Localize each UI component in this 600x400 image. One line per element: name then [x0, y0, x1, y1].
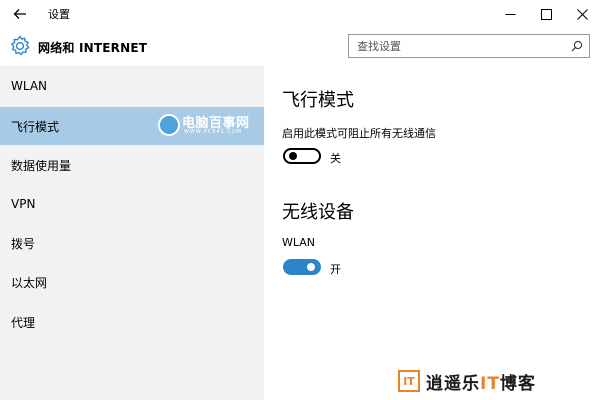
minimize-button[interactable] [492, 0, 528, 28]
sidebar-item-ethernet[interactable]: 以太网 [0, 263, 264, 301]
sidebar-item-dial-up[interactable]: 拨号 [0, 224, 264, 262]
pc841-watermark: 电脑百事网 WWW.PC841.COM [158, 112, 268, 140]
close-button[interactable] [564, 0, 600, 28]
sidebar-item-label: 拨号 [11, 236, 36, 251]
page-title: 网络和 INTERNET [38, 41, 148, 55]
blog-logo-icon: IT [398, 370, 420, 392]
wlan-toggle[interactable] [283, 259, 321, 275]
sidebar-item-wlan[interactable]: WLAN [0, 67, 264, 105]
title-bar: 设置 [0, 0, 600, 28]
airplane-mode-state: 关 [330, 152, 341, 165]
back-button[interactable] [0, 0, 40, 28]
search-box[interactable] [348, 34, 590, 58]
airplane-mode-toggle[interactable] [283, 148, 321, 164]
toggle-knob [289, 152, 297, 160]
sidebar-item-vpn[interactable]: VPN [0, 185, 264, 223]
airplane-mode-heading: 飞行模式 [282, 90, 354, 111]
airplane-mode-description: 启用此模式可阻止所有无线通信 [282, 127, 436, 140]
window-title: 设置 [48, 8, 70, 21]
blog-text-part-b: 博客 [499, 373, 536, 394]
blog-text-part-it: IT [480, 373, 500, 394]
blog-text-part-a: 逍遥乐 [426, 373, 480, 394]
pc841-watermark-url: WWW.PC841.COM [184, 129, 243, 135]
wlan-device-label: WLAN [282, 236, 316, 249]
content-pane: 飞行模式 启用此模式可阻止所有无线通信 关 无线设备 WLAN 开 [264, 66, 600, 400]
sidebar-item-label: 代理 [11, 315, 36, 330]
sidebar-item-data-usage[interactable]: 数据使用量 [0, 146, 264, 184]
sidebar-item-label: 以太网 [11, 275, 48, 290]
wlan-state: 开 [330, 263, 341, 276]
gear-icon [10, 35, 30, 56]
search-input[interactable] [357, 38, 557, 54]
back-arrow-icon [13, 9, 26, 19]
toggle-knob [307, 263, 315, 271]
sidebar-item-label: VPN [11, 197, 36, 211]
settings-header: 网络和 INTERNET [0, 28, 600, 66]
sidebar-item-label: 飞行模式 [11, 119, 60, 134]
sidebar: WLAN 飞行模式 数据使用量 VPN 拨号 以太网 代理 电脑百事网 WWW.… [0, 66, 264, 400]
close-icon [576, 8, 588, 20]
maximize-icon [540, 8, 552, 20]
blog-watermark-text: 逍遥乐IT博客 [426, 369, 536, 394]
search-icon[interactable] [571, 40, 583, 52]
sidebar-item-label: 数据使用量 [11, 158, 72, 173]
sidebar-item-label: WLAN [11, 79, 48, 93]
blog-watermark: IT 逍遥乐IT博客 [398, 368, 536, 394]
sidebar-item-proxy[interactable]: 代理 [0, 303, 264, 341]
pc841-logo-icon [158, 114, 180, 136]
wireless-devices-heading: 无线设备 [282, 202, 354, 223]
maximize-button[interactable] [528, 0, 564, 28]
minimize-icon [505, 13, 515, 15]
